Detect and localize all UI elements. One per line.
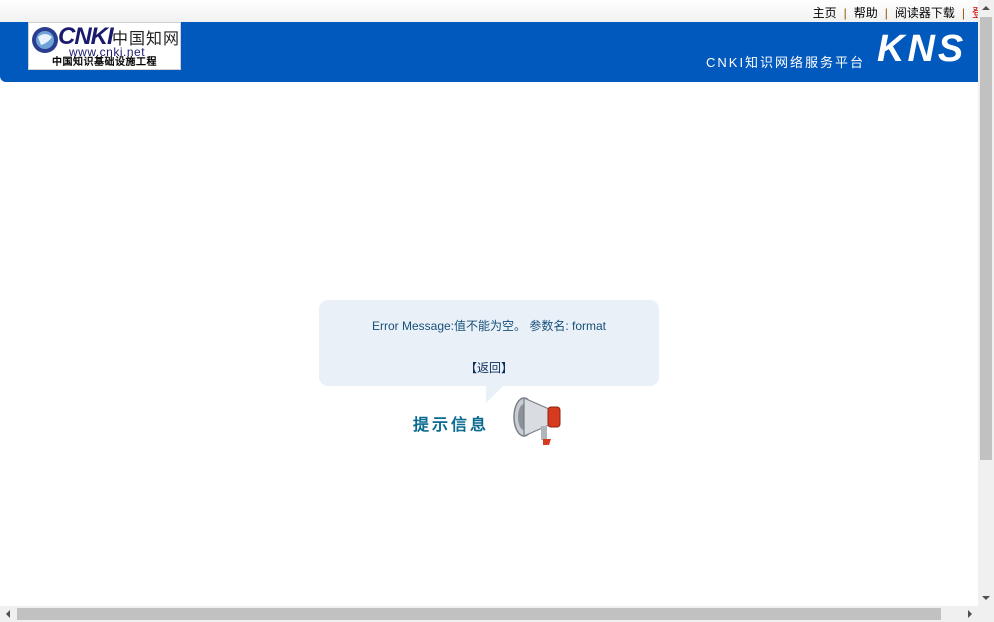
help-link[interactable]: 帮助 <box>854 6 878 20</box>
vertical-scrollbar[interactable] <box>978 0 994 606</box>
arrow-right-icon[interactable] <box>962 606 978 622</box>
back-link[interactable]: 【返回】 <box>319 359 659 376</box>
arrow-down-icon[interactable] <box>978 590 994 606</box>
platform-name: CNKI知识网络服务平台 <box>706 55 866 70</box>
link-separator: | <box>961 6 965 20</box>
horizontal-scroll-thumb[interactable] <box>17 608 941 620</box>
logo-subtitle: 中国知识基础设施工程 <box>52 57 157 68</box>
reader-download-link[interactable]: 阅读器下载 <box>895 6 955 20</box>
error-message: Error Message:值不能为空。 参数名: format <box>371 319 607 333</box>
page-viewport: 主页|帮助|阅读器下载|登录 CNKI 中国知网 www.cnki.net 中国… <box>0 0 978 606</box>
link-separator: | <box>843 6 847 20</box>
speech-pointer <box>486 385 504 403</box>
top-links: 主页|帮助|阅读器下载|登录 <box>813 4 978 21</box>
horizontal-scrollbar[interactable] <box>0 606 978 622</box>
top-links-bar: 主页|帮助|阅读器下载|登录 <box>0 0 978 22</box>
error-message-box: Error Message:值不能为空。 参数名: format 【返回】 <box>319 300 659 386</box>
globe-icon <box>32 27 58 53</box>
home-link[interactable]: 主页 <box>813 6 837 20</box>
product-name: KNS <box>877 28 967 70</box>
hint-title: 提示信息 <box>413 415 490 434</box>
arrow-left-icon[interactable] <box>0 606 16 622</box>
vertical-scroll-thumb[interactable] <box>980 17 992 460</box>
arrow-up-icon[interactable] <box>978 0 994 16</box>
cnki-logo[interactable]: CNKI 中国知网 www.cnki.net 中国知识基础设施工程 <box>28 22 181 70</box>
megaphone-icon <box>513 397 561 445</box>
link-separator: | <box>884 6 888 20</box>
site-header: CNKI 中国知网 www.cnki.net 中国知识基础设施工程 CNKI知识… <box>0 22 978 82</box>
scrollbar-corner <box>978 606 994 622</box>
